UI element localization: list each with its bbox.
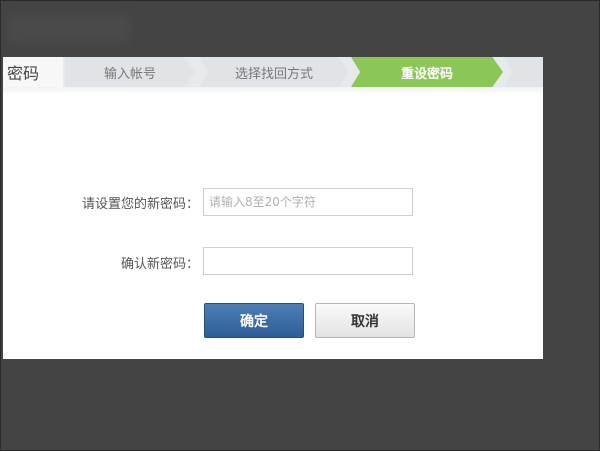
- new-password-label: 请设置您的新密码：: [81, 197, 199, 212]
- confirm-password-label: 确认新密码：: [120, 257, 199, 272]
- step-choose-recovery-method: 选择找回方式: [199, 57, 349, 87]
- reset-password-dialog: 密码 输入帐号 选择找回方式 重设密码 请设置您的新密码： 确认新密码： 确定 …: [3, 57, 543, 359]
- confirm-button[interactable]: 确定: [204, 303, 304, 338]
- cancel-button[interactable]: 取消: [315, 303, 415, 338]
- blurred-window-title: [7, 15, 131, 43]
- backdrop-right: [543, 57, 599, 359]
- step-bar-tail: [505, 57, 543, 87]
- step-progress-bar: 密码 输入帐号 选择找回方式 重设密码: [3, 57, 543, 87]
- new-password-input[interactable]: [203, 188, 413, 216]
- step-bar-shadow: [3, 87, 543, 95]
- step-reset-password: 重设密码: [351, 57, 503, 87]
- step-enter-account: 输入帐号: [65, 57, 195, 87]
- confirm-password-input[interactable]: [203, 247, 413, 275]
- screen-backdrop: 密码 输入帐号 选择找回方式 重设密码 请设置您的新密码： 确认新密码： 确定 …: [0, 0, 600, 451]
- step-bar-title: 密码: [3, 57, 63, 87]
